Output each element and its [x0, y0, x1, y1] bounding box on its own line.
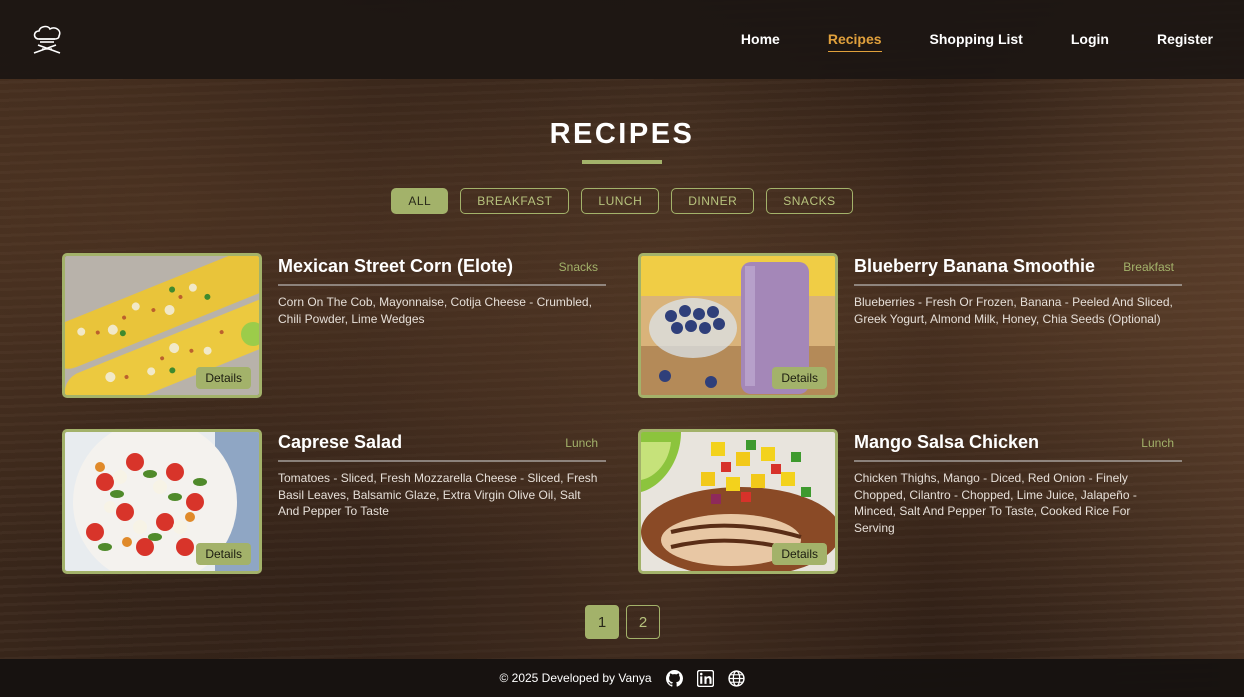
recipe-card: Details Blueberry Banana Smoothie Breakf…	[638, 253, 1182, 398]
filter-breakfast-button[interactable]: BREAKFAST	[460, 188, 570, 214]
filter-snacks-button[interactable]: SNACKS	[766, 188, 853, 214]
nav-home-link[interactable]: Home	[741, 31, 780, 49]
recipe-image-caprese[interactable]: Details	[62, 429, 262, 574]
details-button[interactable]: Details	[196, 367, 251, 389]
recipe-divider	[854, 284, 1182, 286]
recipe-divider	[278, 284, 606, 286]
details-button[interactable]: Details	[196, 543, 251, 565]
title-underline-divider	[582, 160, 662, 164]
filter-lunch-button[interactable]: LUNCH	[581, 188, 660, 214]
recipe-category-badge: Snacks	[558, 260, 598, 274]
details-button[interactable]: Details	[772, 543, 827, 565]
nav-recipes-link[interactable]: Recipes	[827, 31, 882, 52]
details-button[interactable]: Details	[772, 367, 827, 389]
recipe-category-badge: Lunch	[565, 436, 598, 450]
page-1-button[interactable]: 1	[585, 605, 619, 639]
recipe-card: Details Mexican Street Corn (Elote) Snac…	[62, 253, 606, 398]
recipe-category-badge: Lunch	[1141, 436, 1174, 450]
recipe-ingredients: Corn On The Cob, Mayonnaise, Cotija Chee…	[278, 295, 592, 326]
github-icon[interactable]	[665, 669, 683, 687]
recipe-ingredients: Blueberries - Fresh Or Frozen, Banana - …	[854, 295, 1173, 326]
site-footer: © 2025 Developed by Vanya	[0, 659, 1244, 697]
page-title: RECIPES	[549, 118, 695, 150]
recipe-ingredients: Tomatoes - Sliced, Fresh Mozzarella Chee…	[278, 471, 598, 518]
site-header: Home Recipes Shopping List Login Registe…	[0, 0, 1244, 79]
recipe-card: Details Mango Salsa Chicken Lunch Chicke…	[638, 429, 1182, 574]
recipe-title[interactable]: Mexican Street Corn (Elote)	[278, 256, 513, 277]
recipe-divider	[854, 460, 1182, 462]
filter-all-button[interactable]: ALL	[391, 188, 449, 214]
nav-login-link[interactable]: Login	[1071, 31, 1109, 49]
nav-shopping-list-link[interactable]: Shopping List	[930, 31, 1023, 49]
recipe-title[interactable]: Blueberry Banana Smoothie	[854, 256, 1095, 277]
filter-dinner-button[interactable]: DINNER	[671, 188, 755, 214]
recipe-title[interactable]: Mango Salsa Chicken	[854, 432, 1039, 453]
recipe-divider	[278, 460, 606, 462]
recipe-title[interactable]: Caprese Salad	[278, 432, 402, 453]
footer-copyright: © 2025 Developed by Vanya	[499, 671, 652, 685]
pagination: 1 2	[585, 605, 660, 639]
recipe-category-badge: Breakfast	[1123, 260, 1174, 274]
chef-hat-logo-icon[interactable]	[30, 25, 64, 55]
recipe-card: Details Caprese Salad Lunch Tomatoes - S…	[62, 429, 606, 574]
recipe-ingredients: Chicken Thighs, Mango - Diced, Red Onion…	[854, 471, 1137, 535]
linkedin-icon[interactable]	[696, 669, 714, 687]
recipe-image-elote[interactable]: Details	[62, 253, 262, 398]
recipe-image-mango-chicken[interactable]: Details	[638, 429, 838, 574]
nav-register-link[interactable]: Register	[1157, 31, 1213, 49]
category-filter-bar: ALL BREAKFAST LUNCH DINNER SNACKS	[0, 188, 1244, 214]
globe-icon[interactable]	[727, 669, 745, 687]
page-2-button[interactable]: 2	[626, 605, 660, 639]
main-nav: Home Recipes Shopping List Login Registe…	[693, 31, 1213, 52]
recipe-image-smoothie[interactable]: Details	[638, 253, 838, 398]
